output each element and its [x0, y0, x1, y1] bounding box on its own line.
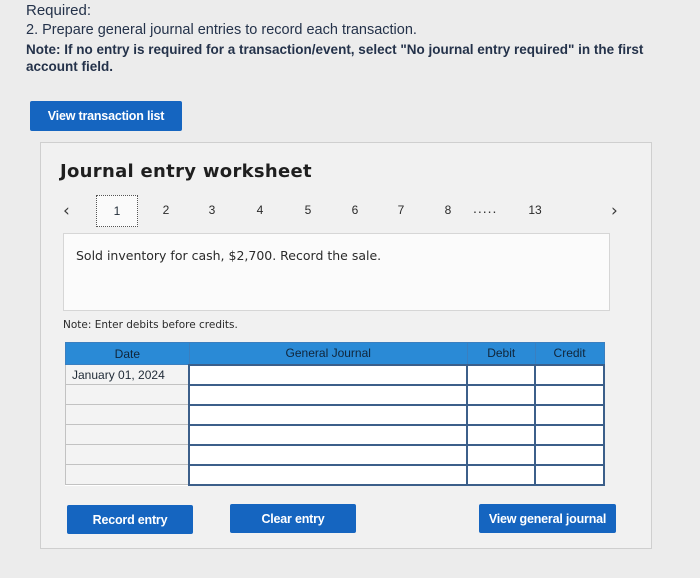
- credit-field[interactable]: [534, 363, 605, 386]
- debit-field[interactable]: [466, 383, 537, 406]
- date-cell: [65, 404, 190, 425]
- transaction-pager: ‹ 1 2 3 4 5 6 7 8 ..... 13 ›: [41, 195, 653, 227]
- pager-item-2[interactable]: 2: [157, 203, 175, 217]
- credit-field[interactable]: [534, 443, 605, 466]
- debit-field[interactable]: [466, 403, 537, 426]
- view-transaction-list-button[interactable]: View transaction list: [30, 101, 182, 131]
- clear-entry-button[interactable]: Clear entry: [230, 504, 356, 533]
- debit-field[interactable]: [466, 363, 537, 386]
- chevron-left-icon[interactable]: ‹: [63, 201, 70, 221]
- credit-field[interactable]: [534, 423, 605, 446]
- header-debit: Debit: [466, 342, 536, 365]
- pager-item-4[interactable]: 4: [251, 203, 269, 217]
- date-cell: [65, 444, 190, 465]
- credit-field[interactable]: [534, 383, 605, 406]
- chevron-right-icon[interactable]: ›: [611, 201, 618, 221]
- transaction-description-box: Sold inventory for cash, $2,700. Record …: [63, 233, 610, 311]
- journal-entry-worksheet: Journal entry worksheet ‹ 1 2 3 4 5 6 7 …: [40, 142, 652, 549]
- pager-item-5[interactable]: 5: [299, 203, 317, 217]
- date-cell: [65, 424, 190, 445]
- table-row: [65, 423, 605, 446]
- header-credit: Credit: [534, 342, 605, 365]
- entry-note: Note: Enter debits before credits.: [63, 319, 238, 331]
- table-row: [65, 383, 605, 406]
- table-row: January 01, 2024: [65, 363, 605, 386]
- account-field[interactable]: [188, 463, 469, 486]
- required-note: Note: If no entry is required for a tran…: [26, 42, 644, 74]
- credit-field[interactable]: [534, 463, 605, 486]
- transaction-description: Sold inventory for cash, $2,700. Record …: [76, 248, 382, 263]
- account-field[interactable]: [188, 383, 469, 406]
- table-row: [65, 443, 605, 466]
- header-general-journal: General Journal: [188, 342, 468, 365]
- account-field[interactable]: [188, 423, 469, 446]
- record-entry-button[interactable]: Record entry: [67, 505, 193, 534]
- worksheet-title: Journal entry worksheet: [60, 161, 312, 182]
- credit-field[interactable]: [534, 403, 605, 426]
- date-cell: January 01, 2024: [65, 364, 190, 385]
- header-date: Date: [65, 342, 190, 365]
- date-cell: [65, 384, 190, 405]
- view-general-journal-button[interactable]: View general journal: [479, 504, 616, 533]
- required-instruction: 2. Prepare general journal entries to re…: [26, 22, 417, 38]
- pager-item-8[interactable]: 8: [439, 203, 457, 217]
- pager-item-1[interactable]: 1: [96, 195, 138, 227]
- table-row: [65, 463, 605, 486]
- journal-table: Date General Journal Debit Credit Januar…: [65, 342, 605, 486]
- required-section: Required: 2. Prepare general journal ent…: [26, 2, 686, 75]
- pager-item-13[interactable]: 13: [523, 203, 547, 217]
- date-cell: [65, 464, 190, 485]
- debit-field[interactable]: [466, 443, 537, 466]
- debit-field[interactable]: [466, 463, 537, 486]
- pager-item-6[interactable]: 6: [346, 203, 364, 217]
- account-field[interactable]: [188, 363, 469, 386]
- journal-header-row: Date General Journal Debit Credit: [65, 342, 605, 365]
- account-field[interactable]: [188, 403, 469, 426]
- pager-ellipsis: .....: [473, 200, 498, 216]
- required-title: Required:: [26, 2, 92, 19]
- pager-item-3[interactable]: 3: [203, 203, 221, 217]
- account-field[interactable]: [188, 443, 469, 466]
- debit-field[interactable]: [466, 423, 537, 446]
- pager-item-7[interactable]: 7: [392, 203, 410, 217]
- table-row: [65, 403, 605, 426]
